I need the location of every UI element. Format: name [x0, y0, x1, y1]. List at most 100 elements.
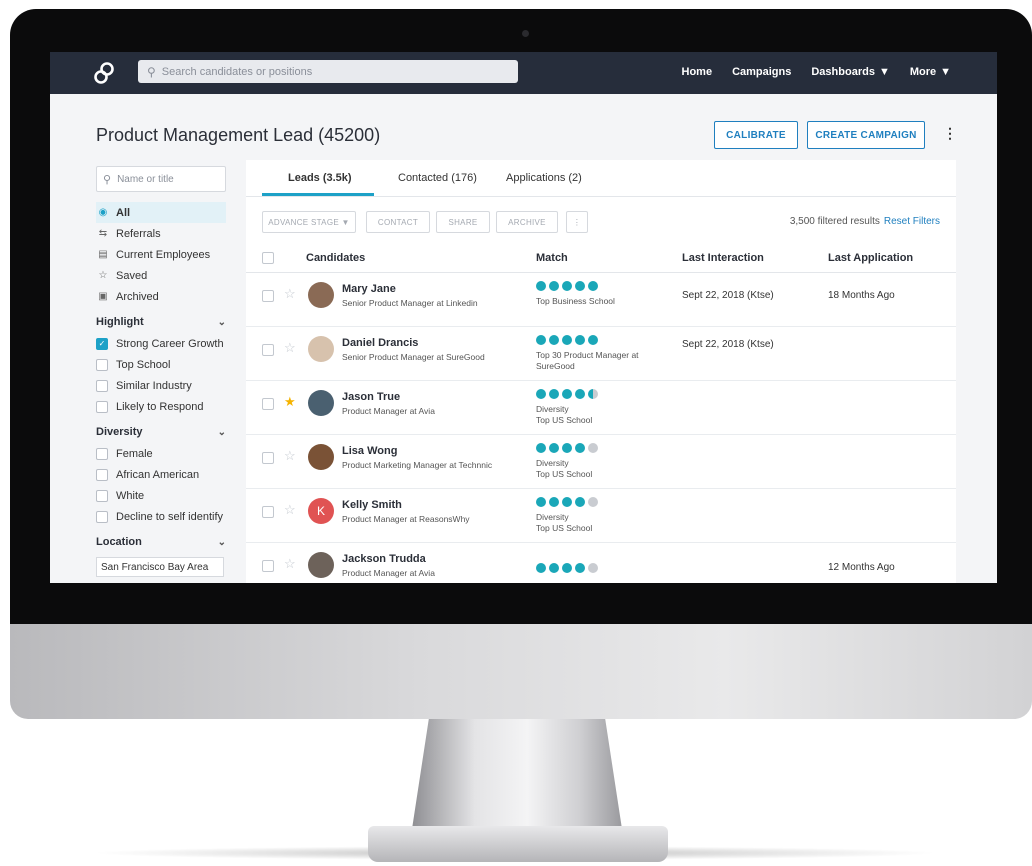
match-score: [536, 497, 598, 507]
nav-home[interactable]: Home: [682, 66, 713, 78]
star-icon[interactable]: ☆: [284, 286, 296, 302]
score-dot: [575, 335, 585, 345]
checkbox[interactable]: [96, 510, 108, 523]
reset-filters-link[interactable]: Reset Filters: [884, 216, 940, 227]
select-all-checkbox[interactable]: [262, 252, 274, 264]
star-icon[interactable]: ☆: [284, 502, 296, 518]
filter-decline-to-self-identify[interactable]: Decline to self identify: [96, 506, 226, 527]
candidate-name[interactable]: Mary Jane: [342, 283, 396, 295]
row-checkbox[interactable]: [262, 344, 274, 356]
calibrate-button[interactable]: CALIBRATE: [714, 121, 798, 149]
checkbox[interactable]: [96, 468, 108, 481]
row-checkbox[interactable]: [262, 506, 274, 518]
contact-button[interactable]: CONTACT: [366, 211, 430, 233]
candidate-name[interactable]: Kelly Smith: [342, 499, 402, 511]
score-dot: [575, 563, 585, 573]
score-dot: [575, 389, 585, 399]
nav-more[interactable]: More ▼: [910, 66, 951, 78]
more-actions-icon[interactable]: ⋮: [566, 211, 588, 233]
create-campaign-button[interactable]: CREATE CAMPAIGN: [807, 121, 925, 149]
tab-contacted[interactable]: Contacted (176): [398, 172, 477, 184]
match-score: [536, 281, 598, 291]
sidebar-item-archived[interactable]: ▣ Archived: [96, 286, 226, 307]
column-last-interaction[interactable]: Last Interaction: [682, 252, 764, 264]
table-row[interactable]: ☆ Daniel Drancis Senior Product Manager at…: [246, 326, 956, 381]
more-options-icon[interactable]: ⋮: [943, 125, 957, 142]
candidate-name[interactable]: Jackson Trudda: [342, 553, 426, 565]
chevron-down-icon: ⌄: [217, 426, 226, 438]
referral-icon: ⇆: [98, 228, 108, 239]
match-reason: Diversity Top US School: [536, 404, 593, 425]
score-dot: [562, 443, 572, 453]
checkbox[interactable]: [96, 379, 108, 392]
table-row[interactable]: ☆ Lisa Wong Product Marketing Manager at T…: [246, 434, 956, 489]
sidebar-item-referrals[interactable]: ⇆ Referrals: [96, 223, 226, 244]
location-input[interactable]: San Francisco Bay Area: [96, 557, 224, 577]
filter-top-school[interactable]: Top School: [96, 354, 226, 375]
location-section-header[interactable]: Location ⌄: [96, 531, 226, 553]
filter-female[interactable]: Female: [96, 443, 226, 464]
star-icon[interactable]: ★: [284, 394, 296, 410]
candidate-name[interactable]: Lisa Wong: [342, 445, 397, 457]
sidebar-item-current-employees[interactable]: ▤ Current Employees: [96, 244, 226, 265]
filter-likely-to-respond[interactable]: Likely to Respond: [96, 396, 226, 417]
archive-button[interactable]: ARCHIVE: [496, 211, 558, 233]
score-dot: [575, 497, 585, 507]
checkbox[interactable]: [96, 489, 108, 502]
filter-label: African American: [116, 468, 200, 481]
advance-stage-button[interactable]: ADVANCE STAGE ▼: [262, 211, 356, 233]
highlight-section-header[interactable]: Highlight ⌄: [96, 311, 226, 333]
candidate-name[interactable]: Jason True: [342, 391, 400, 403]
table-row[interactable]: ★ Jason True Product Manager at Avia Divers…: [246, 380, 956, 435]
row-checkbox[interactable]: [262, 452, 274, 464]
score-dot: [575, 281, 585, 291]
star-icon[interactable]: ☆: [284, 556, 296, 572]
logo-icon[interactable]: [92, 61, 116, 85]
share-button[interactable]: SHARE: [436, 211, 490, 233]
tab-applications[interactable]: Applications (2): [506, 172, 582, 184]
column-candidates[interactable]: Candidates: [306, 252, 365, 264]
checkbox[interactable]: [96, 447, 108, 460]
score-dot: [588, 497, 598, 507]
sidebar-item-saved[interactable]: ☆ Saved: [96, 265, 226, 286]
name-filter-input[interactable]: ⚲ Name or title: [96, 166, 226, 192]
star-icon[interactable]: ☆: [284, 448, 296, 464]
nav-dashboards-label: Dashboards: [811, 66, 875, 78]
row-checkbox[interactable]: [262, 398, 274, 410]
table-row[interactable]: ☆ K Kelly Smith Product Manager at ReasonsW…: [246, 488, 956, 543]
score-dot: [549, 389, 559, 399]
filter-african-american[interactable]: African American: [96, 464, 226, 485]
last-application: 12 Months Ago: [828, 562, 895, 573]
column-last-application[interactable]: Last Application: [828, 252, 913, 264]
search-bar[interactable]: ⚲ Search candidates or positions: [138, 60, 518, 83]
checkbox-checked[interactable]: ✓: [96, 337, 108, 350]
star-icon[interactable]: ☆: [284, 340, 296, 356]
search-placeholder: Search candidates or positions: [161, 65, 313, 78]
filter-label: Strong Career Growth: [116, 337, 224, 350]
candidate-title: Product Manager at Avia: [342, 568, 435, 578]
row-checkbox[interactable]: [262, 560, 274, 572]
tab-leads[interactable]: Leads (3.5k): [288, 172, 352, 184]
checkbox[interactable]: [96, 358, 108, 371]
sidebar-item-all[interactable]: ◉ All: [96, 202, 226, 223]
filter-label: Similar Industry: [116, 379, 192, 392]
filter-white[interactable]: White: [96, 485, 226, 506]
nav-campaigns[interactable]: Campaigns: [732, 66, 791, 78]
nav-dashboards[interactable]: Dashboards ▼: [811, 66, 889, 78]
diversity-section-header[interactable]: Diversity ⌄: [96, 421, 226, 443]
table-row[interactable]: ☆ Mary Jane Senior Product Manager at Link…: [246, 272, 956, 327]
filter-similar-industry[interactable]: Similar Industry: [96, 375, 226, 396]
filter-strong-career-growth[interactable]: ✓ Strong Career Growth: [96, 333, 226, 354]
search-icon: ⚲: [147, 64, 156, 79]
table-row[interactable]: ☆ Jackson Trudda Product Manager at Avia 12…: [246, 542, 956, 583]
row-checkbox[interactable]: [262, 290, 274, 302]
avatar: K: [308, 498, 334, 524]
sidebar-item-label: Archived: [116, 290, 159, 303]
checkbox[interactable]: [96, 400, 108, 413]
nav-links: Home Campaigns Dashboards ▼ More ▼: [682, 66, 952, 78]
score-dot: [562, 335, 572, 345]
column-match[interactable]: Match: [536, 252, 568, 264]
score-dot: [588, 443, 598, 453]
candidate-name[interactable]: Daniel Drancis: [342, 337, 418, 349]
match-reason: Top 30 Product Manager at SureGood: [536, 350, 639, 371]
